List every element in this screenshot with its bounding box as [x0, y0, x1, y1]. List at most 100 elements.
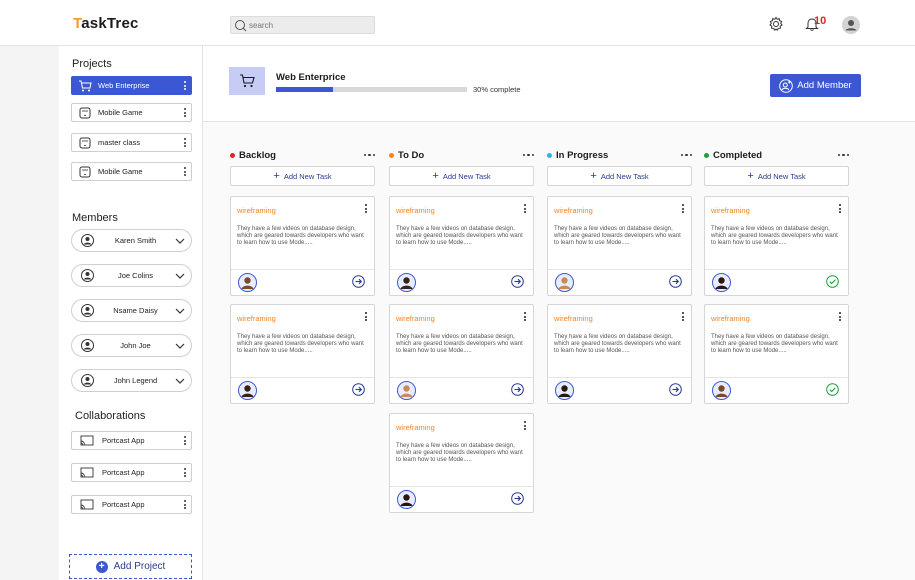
check-circle-icon[interactable]: [826, 275, 839, 288]
phone-icon: [72, 137, 98, 149]
more-options-icon[interactable]: [179, 167, 191, 176]
more-options-icon[interactable]: [363, 153, 375, 157]
assignee-avatar[interactable]: [238, 273, 257, 292]
cast-icon: [72, 435, 102, 446]
column-title: In Progress: [556, 149, 609, 161]
more-options-icon[interactable]: [179, 108, 191, 117]
more-options-icon[interactable]: [365, 204, 367, 213]
more-options-icon[interactable]: [179, 500, 191, 509]
more-options-icon[interactable]: [837, 153, 849, 157]
project-item-mobile-game-2[interactable]: Mobile Game: [71, 162, 192, 181]
member-item[interactable]: Karen Smith: [71, 229, 192, 252]
task-card[interactable]: wireframing They have a few videos on da…: [230, 196, 375, 296]
assignee-avatar[interactable]: [712, 273, 731, 292]
assignee-avatar[interactable]: [397, 381, 416, 400]
add-task-button[interactable]: + Add New Task: [389, 166, 534, 186]
task-card[interactable]: wireframing They have a few videos on da…: [389, 413, 534, 513]
member-name: Nsame Daisy: [113, 306, 158, 315]
task-description: They have a few videos on database desig…: [554, 334, 681, 354]
task-card[interactable]: wireframing They have a few videos on da…: [547, 304, 692, 404]
add-task-button[interactable]: + Add New Task: [704, 166, 849, 186]
task-card[interactable]: wireframing They have a few videos on da…: [389, 304, 534, 404]
add-member-button[interactable]: Add Member: [770, 74, 861, 97]
arrow-right-circle-icon[interactable]: [669, 383, 682, 396]
more-options-icon[interactable]: [680, 153, 692, 157]
column-title: To Do: [398, 149, 425, 161]
assignee-avatar[interactable]: [397, 490, 416, 509]
more-options-icon[interactable]: [522, 153, 534, 157]
member-item[interactable]: Joe Colins: [71, 264, 192, 287]
task-tag: wireframing: [396, 314, 435, 323]
user-avatar-icon[interactable]: [842, 16, 860, 34]
task-tag: wireframing: [237, 206, 276, 215]
assignee-avatar[interactable]: [238, 381, 257, 400]
more-options-icon[interactable]: [524, 204, 526, 213]
project-item-master-class[interactable]: master class: [71, 133, 192, 152]
more-options-icon[interactable]: [179, 436, 191, 445]
add-task-label: Add New Task: [283, 171, 332, 181]
add-project-button[interactable]: + Add Project: [69, 554, 192, 579]
add-task-button[interactable]: + Add New Task: [547, 166, 692, 186]
task-tag: wireframing: [396, 423, 435, 432]
assignee-avatar[interactable]: [397, 273, 416, 292]
check-circle-icon[interactable]: [826, 383, 839, 396]
card-divider: [548, 377, 691, 378]
assignee-avatar[interactable]: [555, 273, 574, 292]
projects-heading: Projects: [72, 58, 112, 70]
more-options-icon[interactable]: [365, 312, 367, 321]
task-card[interactable]: wireframing They have a few videos on da…: [704, 304, 849, 404]
app-logo[interactable]: TaskTrec: [73, 15, 139, 32]
task-description: They have a few videos on database desig…: [396, 226, 523, 246]
collaboration-label: Portcast App: [102, 436, 145, 445]
phone-icon: [72, 166, 98, 178]
project-label: Mobile Game: [98, 108, 143, 117]
member-item[interactable]: John Legend: [71, 369, 192, 392]
task-card[interactable]: wireframing They have a few videos on da…: [230, 304, 375, 404]
more-options-icon[interactable]: [524, 312, 526, 321]
task-description: They have a few videos on database desig…: [711, 334, 838, 354]
add-task-button[interactable]: + Add New Task: [230, 166, 375, 186]
task-card[interactable]: wireframing They have a few videos on da…: [704, 196, 849, 296]
project-item-mobile-game[interactable]: Mobile Game: [71, 103, 192, 122]
collaboration-item[interactable]: Portcast App: [71, 431, 192, 450]
assignee-avatar[interactable]: [555, 381, 574, 400]
arrow-right-circle-icon[interactable]: [352, 275, 365, 288]
collaboration-item[interactable]: Portcast App: [71, 495, 192, 514]
more-options-icon[interactable]: [839, 312, 841, 321]
arrow-right-circle-icon[interactable]: [511, 275, 524, 288]
arrow-right-circle-icon[interactable]: [511, 492, 524, 505]
task-card[interactable]: wireframing They have a few videos on da…: [389, 196, 534, 296]
collaboration-item[interactable]: Portcast App: [71, 463, 192, 482]
arrow-right-circle-icon[interactable]: [511, 383, 524, 396]
left-gutter: [0, 46, 59, 580]
card-divider: [548, 269, 691, 270]
more-options-icon[interactable]: [179, 138, 191, 147]
arrow-right-circle-icon[interactable]: [352, 383, 365, 396]
progress-text: 30% complete: [473, 85, 521, 94]
more-options-icon[interactable]: [682, 312, 684, 321]
task-card[interactable]: wireframing They have a few videos on da…: [547, 196, 692, 296]
more-options-icon[interactable]: [839, 204, 841, 213]
chevron-down-icon[interactable]: [169, 308, 191, 314]
chevron-down-icon[interactable]: [169, 238, 191, 244]
search-box[interactable]: [230, 16, 375, 34]
sidebar: Projects Web Enterprise Mobile Game mast…: [59, 46, 203, 580]
status-dot: [389, 152, 394, 158]
arrow-right-circle-icon[interactable]: [669, 275, 682, 288]
more-options-icon[interactable]: [524, 421, 526, 430]
project-item-web-enterprise[interactable]: Web Enterprise: [71, 76, 192, 95]
member-name: John Legend: [113, 376, 158, 385]
chevron-down-icon[interactable]: [169, 378, 191, 384]
chevron-down-icon[interactable]: [169, 273, 191, 279]
member-item[interactable]: Nsame Daisy: [71, 299, 192, 322]
more-options-icon[interactable]: [682, 204, 684, 213]
assignee-avatar[interactable]: [712, 381, 731, 400]
chevron-down-icon[interactable]: [169, 343, 191, 349]
more-options-icon[interactable]: [179, 81, 191, 90]
gear-icon[interactable]: [768, 16, 784, 32]
search-input[interactable]: [249, 18, 369, 32]
task-tag: wireframing: [711, 206, 750, 215]
more-options-icon[interactable]: [179, 468, 191, 477]
add-task-label: Add New Task: [757, 171, 806, 181]
member-item[interactable]: John Joe: [71, 334, 192, 357]
